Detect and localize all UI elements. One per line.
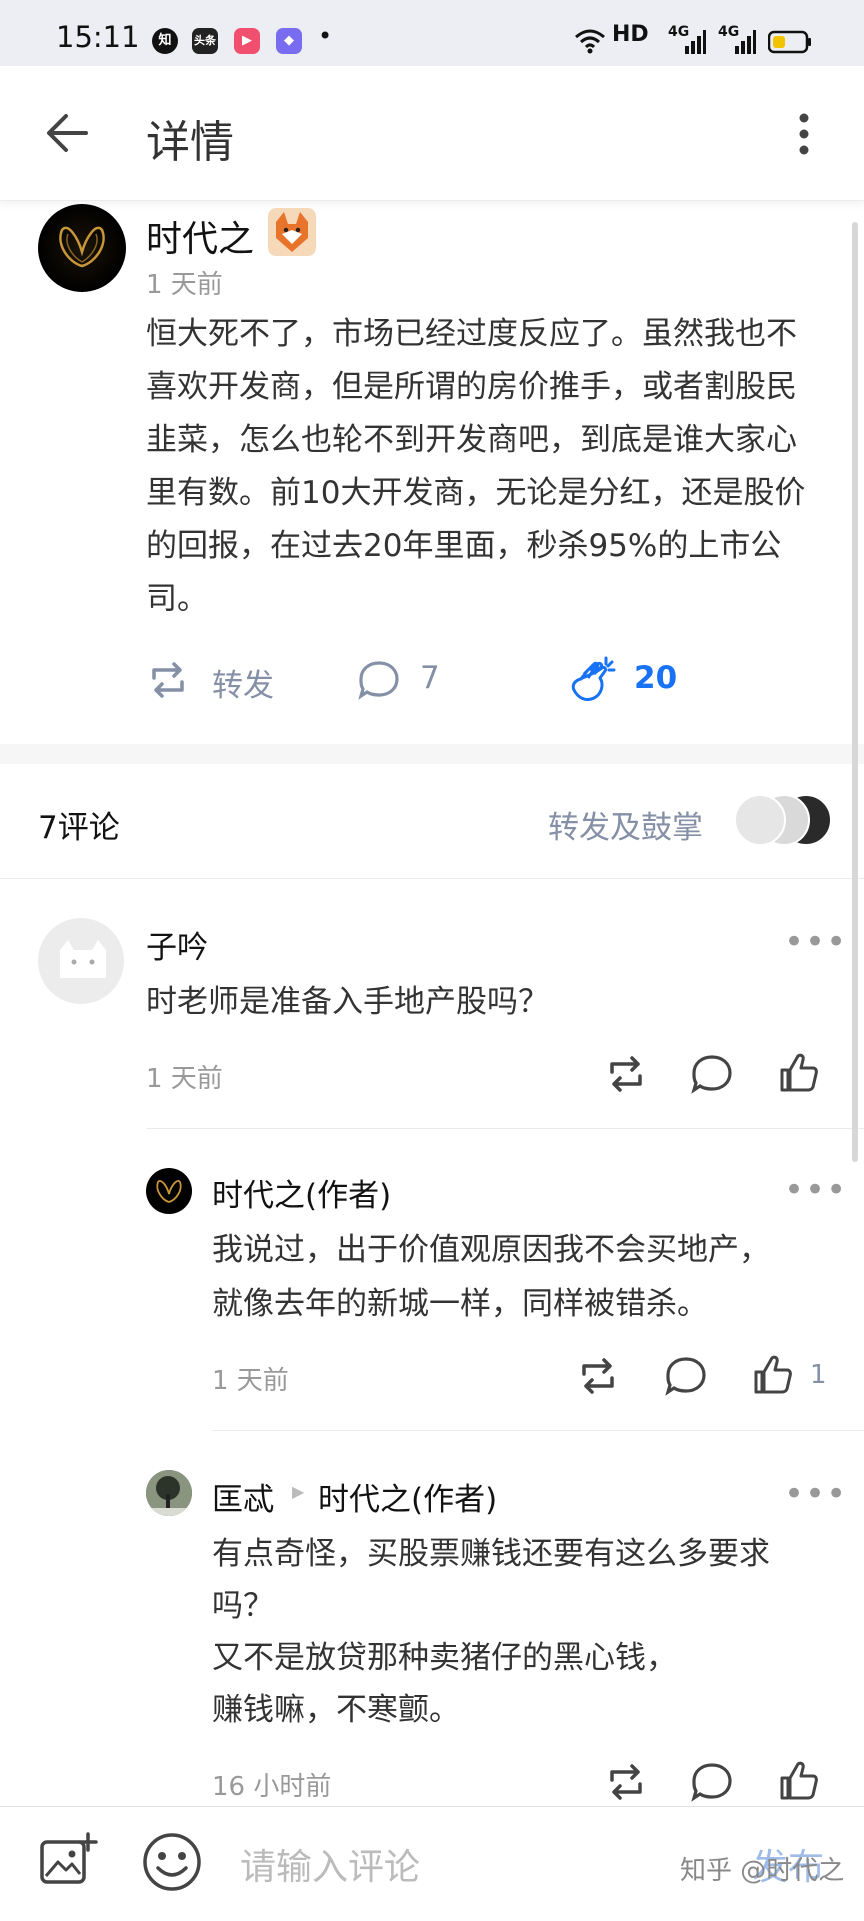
comment-text: 时老师是准备入手地产股吗？ [146,984,549,1020]
comments-count-title: 7评论 [38,810,120,846]
reshare-clap-link[interactable]: 转发及鼓掌 [548,802,703,847]
butterfly-logo-icon [59,226,105,268]
more-vertical-icon[interactable] [796,112,812,156]
reply-icon[interactable] [664,1354,708,1398]
comment-time: 1 天前 [212,1366,289,1396]
repost-icon[interactable] [576,1354,620,1398]
repost-icon[interactable] [604,1052,648,1096]
repost-icon[interactable] [604,1760,648,1804]
author-reply-avatar[interactable] [146,1168,192,1214]
video-app-icon: ▶ [234,28,260,54]
post-body: 恒大死不了，市场已经过度反应了。虽然我也不喜欢开发商，但是所谓的房价推手，或者割… [146,316,806,617]
comment-author[interactable]: 时代之(作者) [212,1170,391,1215]
hd-label: HD [612,22,649,47]
section-divider [0,744,864,764]
comment-text-line-3: 又不是放贷那种卖猪仔的黑心钱， [212,1640,677,1676]
tree-photo-icon [146,1470,192,1516]
reply-target[interactable]: 时代之(作者) [318,1474,497,1519]
repost-label[interactable]: 转发 [212,660,274,705]
like-icon[interactable] [750,1352,794,1396]
author-name[interactable]: 时代之 [146,210,254,262]
cat-avatar-icon [60,940,106,978]
author-badge [268,208,316,256]
comment-time: 1 天前 [146,1064,223,1094]
comment-author[interactable]: 匡忒 [212,1474,274,1519]
status-bar: 15:11 知 头条 ▶ ◆ • HD 4G 4G [0,0,864,66]
comment-more-button[interactable]: ••• [784,1474,847,1514]
like-count: 1 [810,1360,827,1390]
clap-icon[interactable] [566,654,618,706]
comment-time: 16 小时前 [212,1772,332,1802]
scrollbar[interactable] [852,222,858,1162]
commenter-avatar[interactable] [38,918,124,1004]
top-bar: 详情 [0,66,864,201]
wifi-icon [575,29,605,54]
signal-icon-2 [735,30,756,54]
clap-count[interactable]: 20 [634,660,677,696]
zhihu-app-icon: 知 [152,28,178,54]
reply-arrow-icon: ▶ [292,1482,305,1501]
comment-more-button[interactable]: ••• [784,1170,847,1210]
add-image-icon[interactable] [38,1830,98,1888]
comment-divider [146,1128,864,1129]
reshare-avatar-1 [734,794,786,846]
app-icon: ◆ [276,28,302,54]
like-icon[interactable] [776,1758,820,1802]
comment-text-line-2: 吗？ [212,1588,274,1624]
comment-text-line-1: 有点奇怪，买股票赚钱还要有这么多要求 [212,1536,770,1572]
comment-text-line-4: 赚钱嘛，不寒颤。 [212,1692,460,1728]
replier-avatar[interactable] [146,1470,192,1516]
fox-badge-icon [276,212,308,252]
comment-author[interactable]: 子吟 [146,922,208,967]
comment-divider [212,1430,864,1431]
reply-icon[interactable] [690,1052,734,1096]
comment-more-button[interactable]: ••• [784,922,847,962]
battery-icon [768,30,811,54]
notification-dot: • [318,22,333,50]
signal-icon [685,30,706,54]
back-arrow-icon[interactable] [44,110,90,156]
watermark: 知乎 @时代之 [680,1856,845,1886]
butterfly-logo-icon [156,1180,182,1203]
comments-header-divider [0,878,864,879]
comment-input[interactable]: 请输入评论 [240,1838,420,1890]
page-title: 详情 [146,117,234,168]
repost-icon[interactable] [146,660,190,700]
status-time: 15:11 [56,20,140,54]
comment-icon[interactable] [358,660,400,700]
author-avatar[interactable] [38,204,126,292]
reply-icon[interactable] [690,1760,734,1804]
comment-count[interactable]: 7 [420,660,440,696]
comment-text-line-2: 就像去年的新城一样，同样被错杀。 [212,1286,708,1322]
post-time: 1 天前 [146,270,223,300]
comment-text-line-1: 我说过，出于价值观原因我不会买地产， [212,1232,770,1268]
like-icon[interactable] [776,1050,820,1094]
toutiao-app-icon: 头条 [192,28,218,54]
emoji-icon[interactable] [140,1830,204,1894]
